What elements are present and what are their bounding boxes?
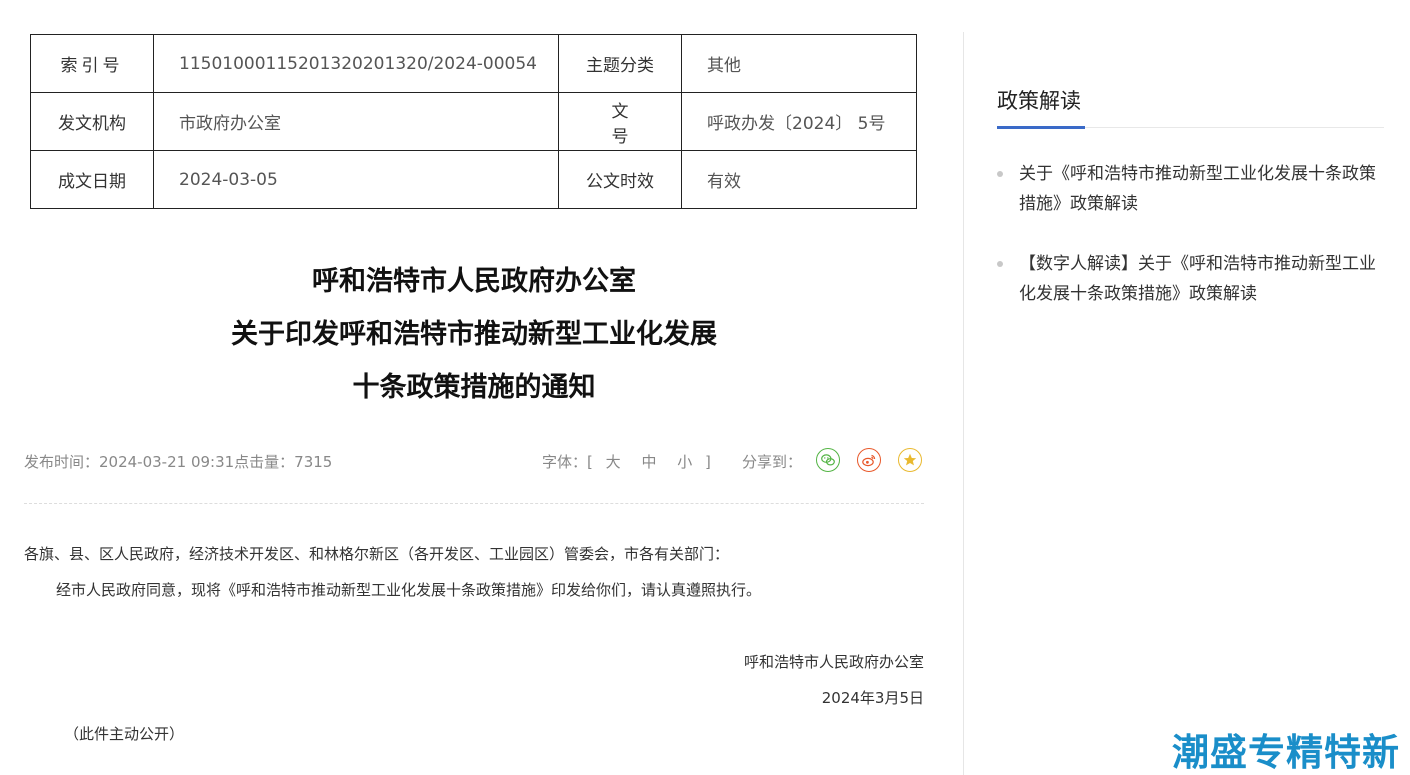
meta-value-date: 2024-03-05 (153, 150, 559, 209)
meta-key-doc-number: 文号 (558, 92, 682, 151)
font-small-button[interactable]: 小 (677, 453, 692, 471)
document-title: 呼和浩特市人民政府办公室 关于印发呼和浩特市推动新型工业化发展 十条政策措施的通… (24, 255, 924, 414)
addressee-paragraph: 各旗、县、区人民政府，经济技术开发区、和林格尔新区（各开发区、工业园区）管委会，… (24, 545, 730, 563)
meta-value-doc-number: 呼政办发〔2024〕 5号 (681, 92, 917, 151)
font-label: 字体：[ (542, 453, 593, 471)
dashed-divider (24, 503, 924, 504)
column-divider (963, 32, 964, 775)
meta-key-date: 成文日期 (30, 150, 154, 209)
meta-key-validity: 公文时效 (558, 150, 682, 209)
policy-interpretation-link[interactable]: 关于《呼和浩特市推动新型工业化发展十条政策措施》政策解读 (997, 159, 1384, 219)
sidebar-title: 政策解读 (997, 89, 1081, 113)
share-favorite-button[interactable] (898, 448, 922, 472)
body-paragraph: 经市人民政府同意，现将《呼和浩特市推动新型工业化发展十条政策措施》印发给你们，请… (56, 581, 762, 599)
meta-row: 索引号 11501000115201320201320/2024-00054 主… (30, 34, 917, 93)
meta-key-index: 索引号 (30, 34, 154, 93)
meta-key-issuer: 发文机构 (30, 92, 154, 151)
star-icon (903, 453, 917, 466)
share-weibo-button[interactable] (857, 448, 881, 472)
font-medium-button[interactable]: 中 (641, 453, 656, 471)
sidebar-title-accent (997, 126, 1085, 129)
policy-interpretation-link[interactable]: 【数字人解读】关于《呼和浩特市推动新型工业化发展十条政策措施》政策解读 (997, 249, 1384, 309)
signature-date: 2024年3月5日 (821, 689, 924, 707)
title-line-1: 呼和浩特市人民政府办公室 (312, 266, 636, 297)
signature-organization: 呼和浩特市人民政府办公室 (743, 653, 924, 671)
meta-value-category: 其他 (681, 34, 917, 93)
document-meta-table: 索引号 11501000115201320201320/2024-00054 主… (30, 34, 917, 209)
meta-value-validity: 有效 (681, 150, 917, 209)
watermark-logo: 潮盛专精特新 (1172, 731, 1400, 774)
font-size-control: 字体：[ 大 中 小 ] (542, 451, 711, 472)
share-wechat-button[interactable] (816, 448, 840, 472)
meta-value-index: 11501000115201320201320/2024-00054 (153, 34, 559, 93)
publish-info: 发布时间：2024-03-21 09:31点击量：7315 (24, 453, 333, 471)
meta-key-category: 主题分类 (558, 34, 682, 93)
info-bar: 发布时间：2024-03-21 09:31点击量：7315 字体：[ 大 中 小… (24, 446, 924, 476)
font-large-button[interactable]: 大 (606, 453, 621, 471)
wechat-icon (821, 454, 835, 466)
font-bracket-close: ] (705, 453, 711, 471)
title-line-3: 十条政策措施的通知 (352, 372, 596, 403)
title-line-2: 关于印发呼和浩特市推动新型工业化发展 (231, 319, 717, 350)
weibo-icon (862, 454, 876, 467)
meta-row: 成文日期 2024-03-05 公文时效 有效 (30, 150, 917, 209)
disclosure-note: （此件主动公开） (64, 725, 185, 743)
meta-value-issuer: 市政府办公室 (153, 92, 559, 151)
share-label: 分享到： (742, 453, 803, 471)
meta-row: 发文机构 市政府办公室 文号 呼政办发〔2024〕 5号 (30, 92, 917, 151)
